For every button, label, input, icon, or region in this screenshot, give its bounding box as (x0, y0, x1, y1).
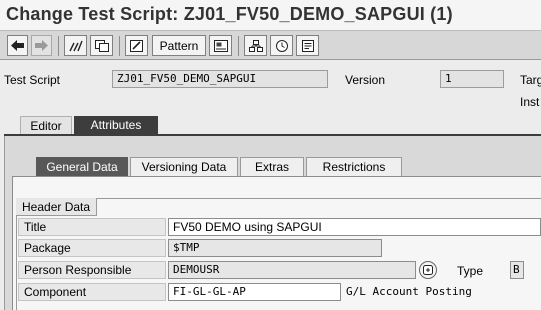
toolbar-separator (119, 36, 120, 56)
tab-editor-label: Editor (30, 118, 62, 133)
toolbar-separator (238, 36, 239, 56)
edit-button[interactable] (125, 35, 148, 56)
title-bar: Change Test Script: ZJ01_FV50_DEMO_SAPGU… (0, 0, 541, 30)
component-input[interactable]: FI-GL-GL-AP (168, 283, 341, 301)
person-responsible-label: Person Responsible (18, 261, 166, 279)
glasses-pencil-icon (68, 40, 83, 51)
window-switch-icon (94, 39, 109, 52)
hierarchy-icon (248, 39, 263, 52)
tab-general-data-label: General Data (46, 160, 118, 174)
document-icon (301, 39, 314, 52)
pattern-button-label: Pattern (159, 38, 199, 53)
window-title: Change Test Script: ZJ01_FV50_DEMO_SAPGU… (6, 4, 453, 24)
tab-restrictions[interactable]: Restrictions (306, 157, 402, 176)
tab-attributes[interactable]: Attributes (74, 116, 158, 134)
execute-button[interactable] (270, 35, 293, 56)
package-field[interactable]: $TMP (168, 239, 382, 257)
inst-label: Inst (520, 95, 540, 109)
package-label: Package (18, 239, 166, 257)
search-help-icon (423, 265, 433, 275)
pencil-edit-icon (129, 39, 143, 52)
tab-extras[interactable]: Extras (240, 157, 304, 176)
other-object-button[interactable] (90, 35, 113, 56)
test-script-label: Test Script (4, 73, 61, 87)
hierarchy-button[interactable] (244, 35, 267, 56)
tab-extras-label: Extras (254, 160, 289, 174)
person-help-button[interactable] (419, 261, 437, 279)
tab-general-data[interactable]: General Data (36, 157, 128, 176)
component-description: G/L Account Posting (346, 285, 472, 298)
toolbar-separator (58, 36, 59, 56)
test-script-field[interactable]: ZJ01_FV50_DEMO_SAPGUI (112, 70, 328, 88)
header-data-title: Header Data (16, 198, 98, 216)
application-toolbar: Pattern (0, 30, 541, 60)
title-label: Title (18, 218, 166, 236)
documentation-button[interactable] (296, 35, 319, 56)
type-label: Type (457, 264, 484, 278)
forward-button[interactable] (31, 35, 52, 56)
version-label: Version (345, 73, 386, 87)
clock-icon (275, 39, 288, 52)
person-responsible-field[interactable]: DEMOUSR (168, 261, 416, 279)
display-change-button[interactable] (64, 35, 87, 56)
version-field[interactable]: 1 (440, 70, 504, 88)
pattern-button[interactable]: Pattern (152, 35, 206, 56)
target-label: Targ (520, 73, 541, 87)
tab-restrictions-label: Restrictions (322, 160, 386, 174)
tab-versioning-data-label: Versioning Data (141, 160, 227, 174)
tab-editor[interactable]: Editor (20, 116, 72, 134)
component-label: Component (18, 283, 166, 301)
arrow-right-icon (35, 40, 48, 51)
type-field[interactable]: B (510, 261, 524, 279)
arrow-left-icon (11, 40, 24, 51)
screen-layout-icon (213, 39, 228, 52)
print-layout-button[interactable] (209, 35, 232, 56)
title-input[interactable]: FV50 DEMO using SAPGUI (168, 218, 541, 236)
back-button[interactable] (7, 35, 28, 56)
tab-versioning-data[interactable]: Versioning Data (130, 157, 238, 176)
tab-attributes-label: Attributes (90, 118, 142, 132)
